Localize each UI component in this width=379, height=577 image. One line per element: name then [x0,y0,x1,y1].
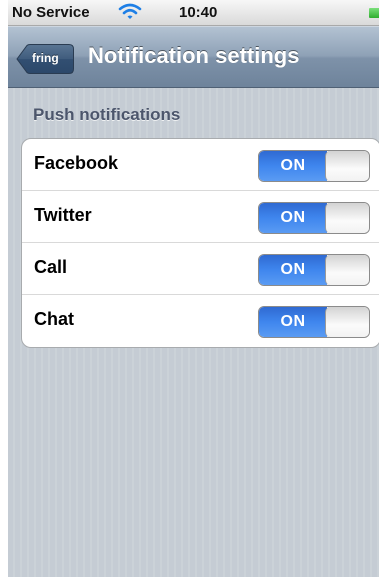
setting-label: Twitter [34,205,92,225]
clock-time: 10:40 [179,4,218,21]
setting-row-call: Call ON [22,243,379,295]
setting-label: Call [34,257,68,277]
setting-row-twitter: Twitter ON [22,191,379,243]
setting-row-chat: Chat ON [22,295,379,347]
setting-label: Chat [34,309,74,329]
phone-screen: No Service 10:40 fring Notification sett… [8,0,379,577]
page-title: Notification settings [88,43,300,68]
chat-toggle[interactable]: ON [258,306,370,338]
twitter-toggle[interactable]: ON [258,202,370,234]
setting-label: Facebook [34,153,119,173]
toggle-on-label: ON [259,307,327,337]
back-button[interactable]: fring [16,44,74,74]
screen: No Service 10:40 fring Notification sett… [0,0,379,577]
push-notifications-group: Facebook ON Twitter ON Call ON Chat ON [21,138,379,348]
facebook-toggle[interactable]: ON [258,150,370,182]
section-header: Push notifications [33,105,181,124]
status-bar: No Service 10:40 [8,0,379,26]
toggle-knob [325,151,369,181]
bezel [0,0,8,577]
toggle-knob [325,255,369,285]
setting-row-facebook: Facebook ON [22,139,379,191]
toggle-on-label: ON [259,151,327,181]
settings-content: Push notifications Facebook ON Twitter O… [8,88,379,577]
toggle-knob [325,203,369,233]
battery-icon [369,8,379,18]
carrier-label: No Service [12,4,90,21]
toggle-on-label: ON [259,203,327,233]
navigation-bar: fring Notification settings [8,26,379,88]
wifi-icon [118,2,142,22]
toggle-on-label: ON [259,255,327,285]
call-toggle[interactable]: ON [258,254,370,286]
back-button-label: fring [32,51,59,65]
toggle-knob [325,307,369,337]
